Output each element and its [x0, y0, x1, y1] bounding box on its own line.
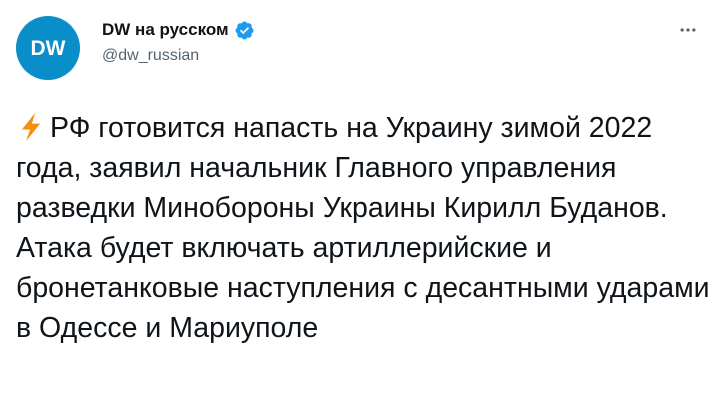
dw-logo-icon: DW — [31, 37, 66, 60]
author-handle[interactable]: @dw_russian — [102, 47, 199, 65]
avatar[interactable]: DW — [16, 16, 80, 80]
more-options-button[interactable] — [670, 12, 706, 48]
verified-badge-icon — [234, 20, 255, 41]
more-horizontal-icon — [680, 28, 696, 32]
tweet-text: РФ готовится напасть на Украину зимой 20… — [16, 108, 716, 348]
lightning-icon — [16, 112, 46, 142]
tweet-body: РФ готовится напасть на Украину зимой 20… — [16, 112, 710, 344]
author-name-row: DW на русском — [102, 18, 255, 42]
author-display-name[interactable]: DW на русском — [102, 20, 229, 40]
tweet-card: DW DW на русском @dw_russian РФ готовитс… — [0, 0, 723, 414]
svg-text:DW: DW — [31, 37, 66, 60]
